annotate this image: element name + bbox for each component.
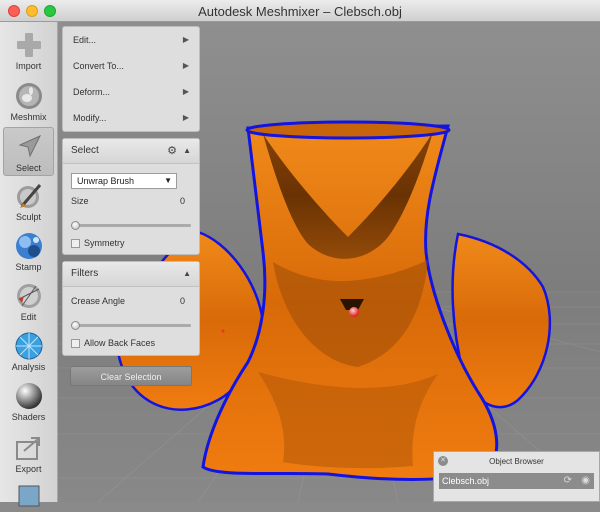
crease-angle-label: Crease Angle — [71, 296, 126, 306]
shaders-label: Shaders — [11, 412, 46, 422]
stamp-tool[interactable]: Stamp — [3, 227, 54, 276]
shaders-tool[interactable]: Shaders — [3, 377, 54, 426]
pivot-sphere — [349, 307, 359, 317]
chevron-right-icon: ▶ — [182, 87, 189, 96]
gear-icon[interactable]: ⚙ — [167, 139, 177, 163]
export-label: Export — [15, 464, 42, 474]
collapse-caret-icon[interactable]: ▲ — [183, 262, 191, 286]
export-icon — [15, 437, 40, 460]
checkbox-box[interactable] — [71, 339, 80, 348]
mesh-top-rim — [245, 120, 451, 140]
analysis-sphere-icon — [15, 332, 42, 360]
export-tool[interactable]: Export — [3, 429, 54, 478]
stamp-sphere-icon — [15, 233, 42, 259]
select-label: Select — [15, 163, 41, 173]
filters-panel-header[interactable]: Filters ▲ — [63, 262, 199, 287]
crease-angle-slider[interactable] — [71, 321, 191, 330]
select-tool[interactable]: Select — [3, 127, 54, 176]
menu-deform-label: Deform... — [73, 87, 111, 97]
refresh-icon[interactable]: ⟳ — [564, 473, 572, 489]
print-icon — [18, 485, 39, 507]
chevron-right-icon: ▶ — [182, 61, 189, 70]
menu-deform[interactable]: Deform... ▶ — [63, 79, 199, 105]
menu-modify[interactable]: Modify... ▶ — [63, 105, 199, 131]
brush-dropdown-value: Unwrap Brush — [77, 176, 135, 186]
window-title: Autodesk Meshmixer – Clebsch.obj — [198, 4, 402, 19]
select-panel-header[interactable]: Select ⚙ ▲ — [63, 139, 199, 164]
allow-back-faces-label: Allow Back Faces — [84, 338, 156, 348]
more-tool[interactable] — [3, 480, 54, 507]
chevron-right-icon: ▶ — [182, 113, 189, 122]
brush-icon — [16, 184, 41, 208]
filters-panel-title: Filters — [71, 268, 99, 279]
clear-selection-button[interactable]: Clear Selection — [70, 366, 192, 386]
size-label: Size — [71, 196, 89, 206]
edit-tool[interactable]: Edit — [3, 277, 54, 326]
crease-slider-knob[interactable] — [71, 321, 80, 330]
menu-edit[interactable]: Edit... ▶ — [63, 27, 199, 53]
window-titlebar: Autodesk Meshmixer – Clebsch.obj — [0, 0, 600, 22]
allow-back-faces-checkbox[interactable]: Allow Back Faces — [71, 338, 155, 348]
meshmix-tool[interactable]: Meshmix — [3, 77, 54, 126]
meshmix-label: Meshmix — [10, 112, 47, 122]
symmetry-checkbox[interactable]: Symmetry — [71, 238, 125, 248]
menu-convert-label: Convert To... — [73, 61, 124, 71]
plus-icon — [16, 33, 41, 57]
eye-icon[interactable]: ◉ — [581, 473, 590, 489]
symmetry-label: Symmetry — [84, 238, 125, 248]
filters-panel: Filters ▲ Crease Angle 0 Allow Back Face… — [62, 261, 200, 356]
left-toolbar: Import Meshmix Select Sculpt Stamp Edit … — [0, 22, 58, 507]
analysis-tool[interactable]: Analysis — [3, 327, 54, 376]
select-panel-title: Select — [71, 145, 99, 156]
size-slider-knob[interactable] — [71, 221, 80, 230]
chevron-down-icon: ▼ — [164, 176, 172, 185]
size-value: 0 — [179, 196, 185, 206]
object-name: Clebsch.obj — [442, 476, 490, 486]
stamp-label: Stamp — [15, 262, 42, 272]
menu-edit-label: Edit... — [73, 35, 97, 45]
object-browser: ✕ Object Browser Clebsch.obj ⟳ ◉ — [433, 451, 600, 502]
menu-convert-to[interactable]: Convert To... ▶ — [63, 53, 199, 79]
object-browser-title: Object Browser — [489, 457, 544, 466]
select-actions-panel: Edit... ▶ Convert To... ▶ Deform... ▶ Mo… — [62, 26, 200, 132]
select-panel: Select ⚙ ▲ Unwrap Brush ▼ Size 0 Symmetr… — [62, 138, 200, 255]
collapse-caret-icon[interactable]: ▲ — [183, 139, 191, 163]
sculpt-label: Sculpt — [15, 212, 41, 222]
import-tool[interactable]: Import — [3, 26, 54, 75]
sculpt-tool[interactable]: Sculpt — [3, 177, 54, 226]
chevron-right-icon: ▶ — [182, 35, 189, 44]
import-label: Import — [15, 61, 42, 71]
size-slider[interactable] — [71, 221, 191, 230]
shader-sphere-icon — [15, 383, 42, 409]
checkbox-box[interactable] — [71, 239, 80, 248]
small-red-marker — [221, 329, 225, 333]
cursor-arrow-icon — [17, 134, 41, 158]
brush-dropdown[interactable]: Unwrap Brush ▼ — [71, 173, 177, 189]
menu-modify-label: Modify... — [73, 113, 107, 123]
edit-mesh-icon — [16, 284, 41, 308]
analysis-label: Analysis — [11, 362, 46, 372]
bunny-sphere-icon — [15, 83, 42, 109]
crease-angle-value: 0 — [179, 296, 185, 306]
edit-label: Edit — [20, 312, 37, 322]
object-row[interactable]: Clebsch.obj ⟳ ◉ — [439, 473, 594, 489]
